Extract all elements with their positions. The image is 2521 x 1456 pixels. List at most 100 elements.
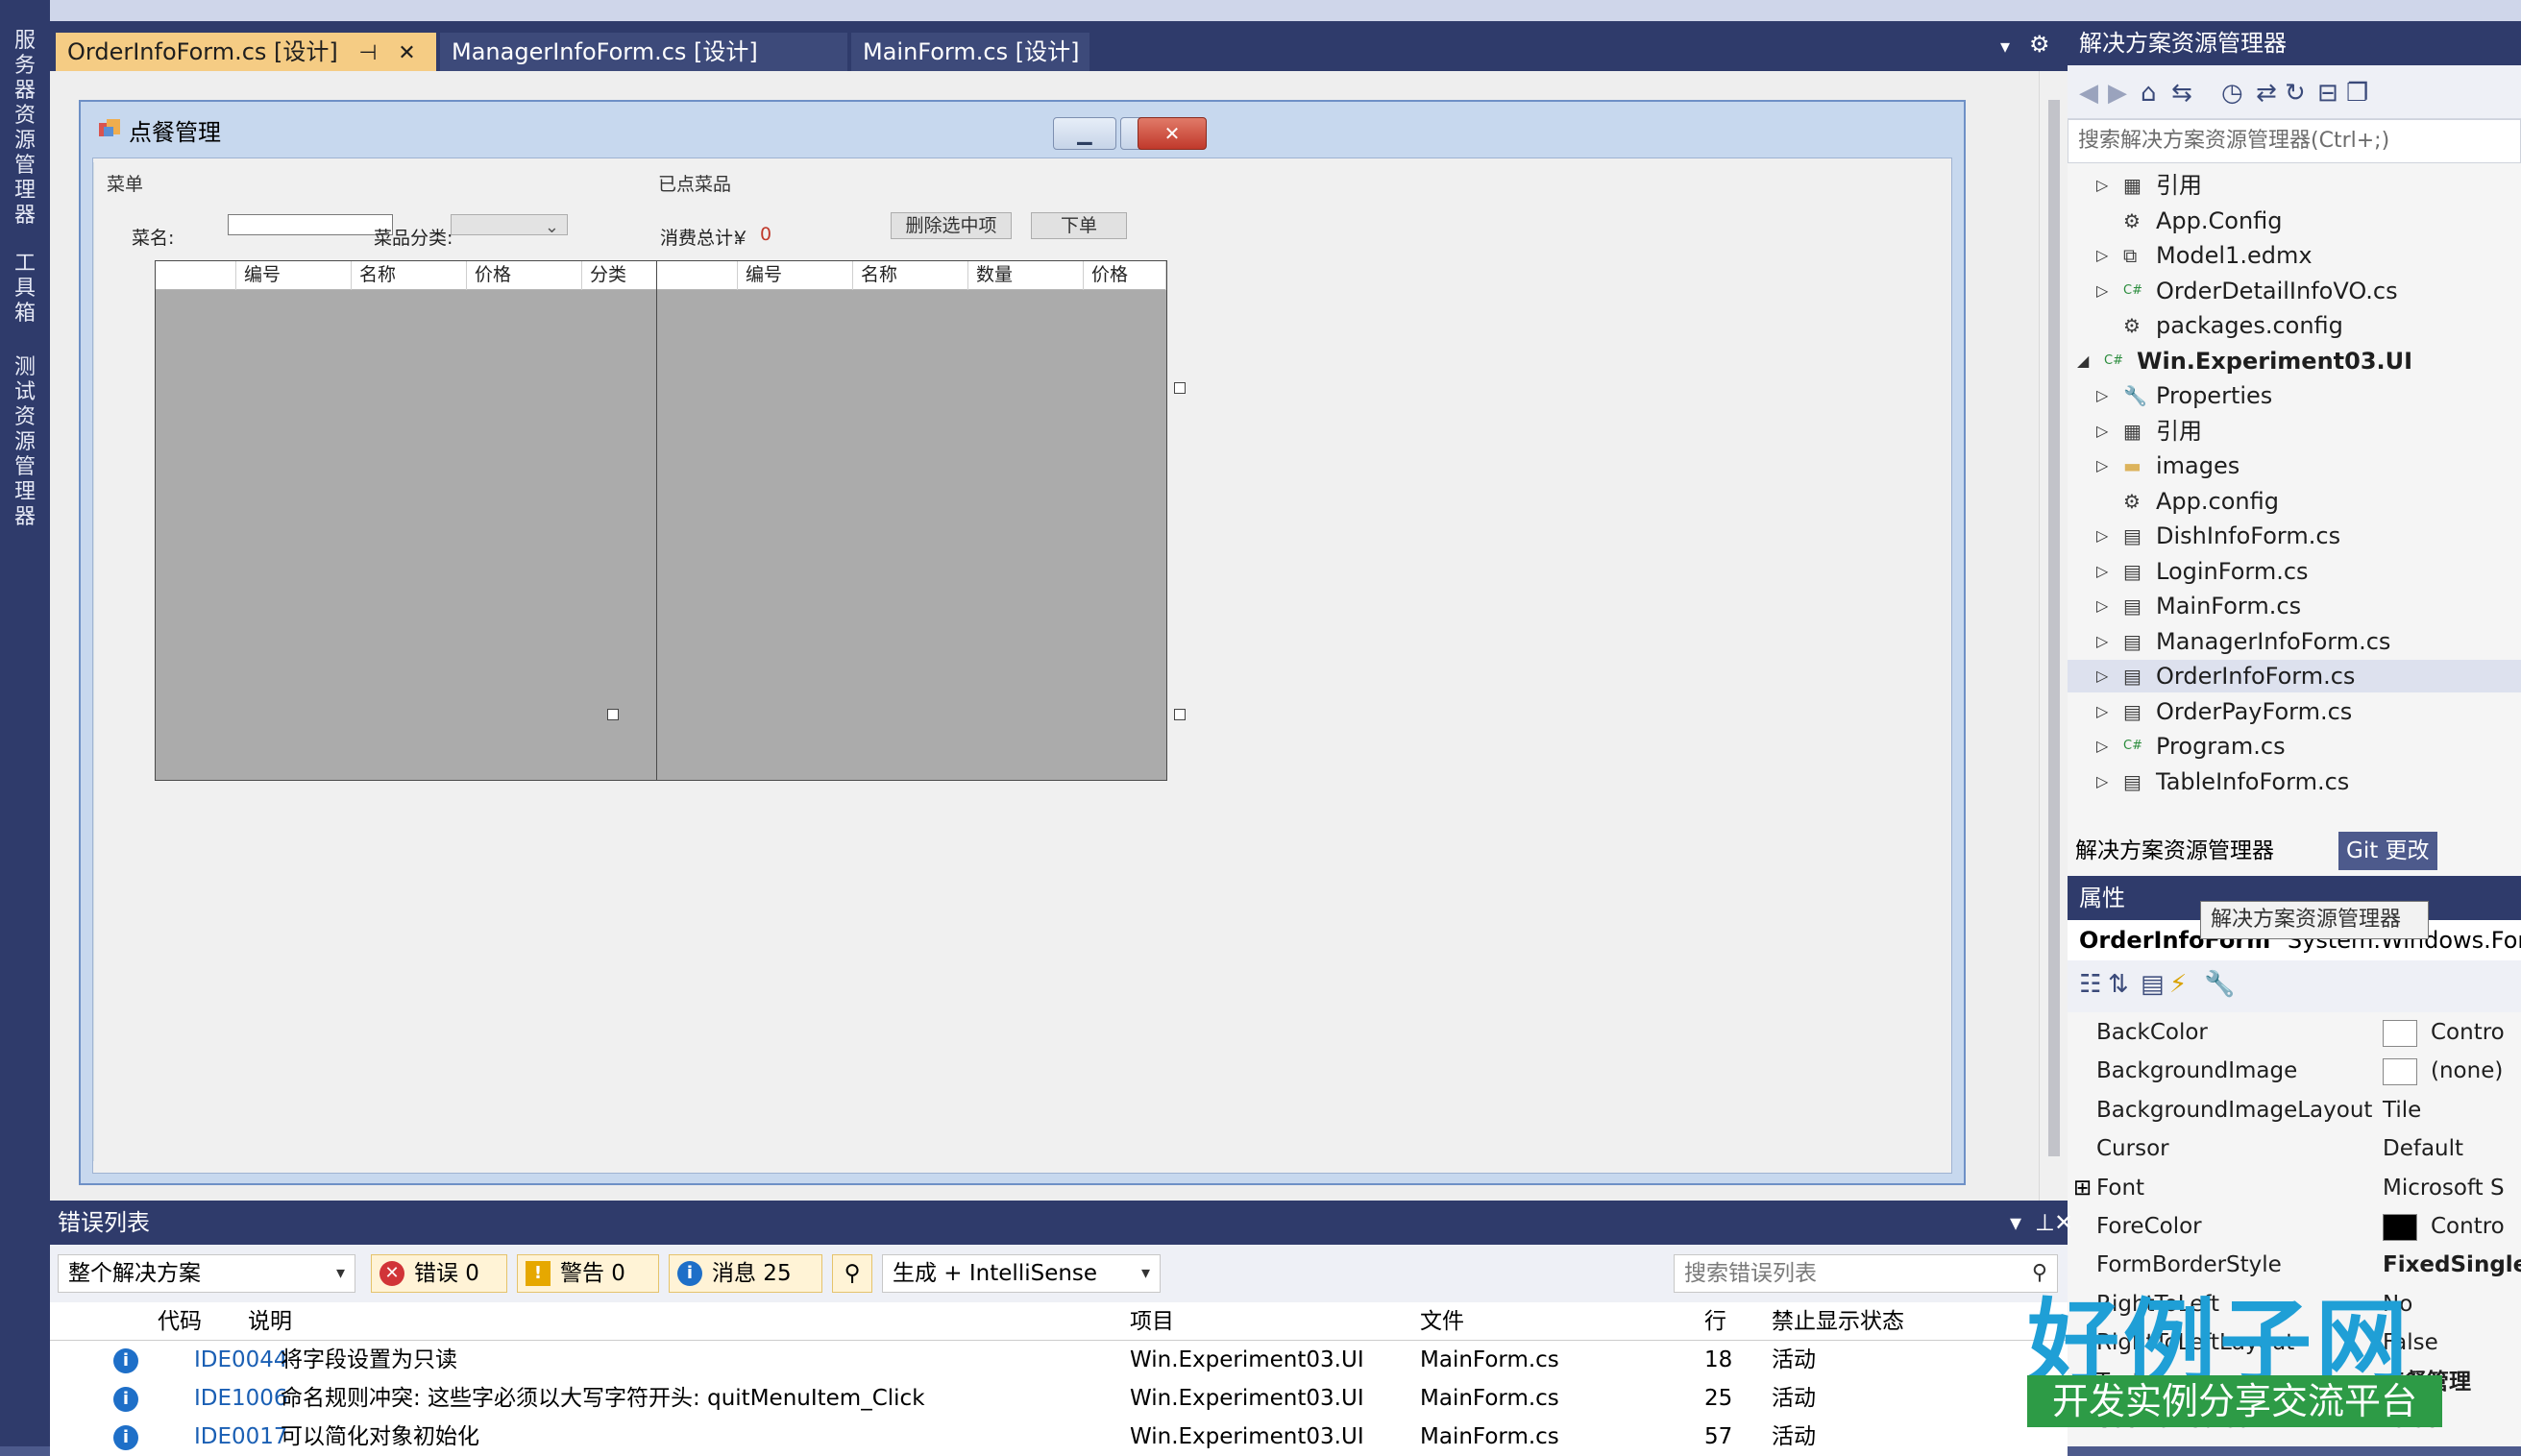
expand-arrow-icon[interactable]: ◢ — [2077, 345, 2089, 377]
place-order-button[interactable]: 下单 — [1031, 212, 1127, 239]
property-value[interactable]: Contro — [2383, 1210, 2505, 1243]
tree-item[interactable]: ▷ ▤ ManagerInfoForm.cs — [2068, 625, 2521, 658]
close-button[interactable]: ✕ — [1138, 117, 1207, 150]
events-icon[interactable]: ⚡ — [2169, 970, 2187, 999]
pin-icon[interactable]: ⊥ — [2035, 1201, 2055, 1245]
dish-category-combo[interactable]: ⌄ — [451, 214, 568, 237]
history-icon[interactable]: ◷ — [2221, 79, 2243, 108]
designer-scrollbar[interactable] — [2039, 71, 2068, 1201]
tree-item[interactable]: ▷ ▤ OrderInfoForm.cs — [2068, 660, 2521, 692]
property-row[interactable]: Cursor Default — [2068, 1132, 2521, 1165]
error-search-input[interactable]: 搜索错误列表 ⚲ — [1674, 1254, 2058, 1293]
expand-arrow-icon[interactable]: ▷ — [2096, 625, 2108, 658]
expand-arrow-icon[interactable]: ▷ — [2096, 239, 2108, 272]
property-value[interactable]: Contro — [2383, 1016, 2505, 1049]
test-explorer-tab[interactable]: 测试资源管理器 — [6, 355, 44, 530]
tab-solution-explorer[interactable]: 解决方案资源管理器 — [2068, 832, 2282, 870]
column-header[interactable]: 禁止显示状态 — [1772, 1302, 1904, 1341]
error-code[interactable]: IDE0044 — [194, 1341, 288, 1379]
tree-item[interactable]: ▷ ▦ 引用 — [2068, 415, 2521, 448]
expand-arrow-icon[interactable]: ▷ — [2096, 765, 2108, 798]
error-code[interactable]: IDE0017 — [194, 1418, 288, 1456]
tree-item[interactable]: ⚙ App.Config — [2068, 205, 2521, 237]
column-header[interactable]: 价格 — [1084, 261, 1166, 290]
collapse-all-icon[interactable]: ⊟ — [2317, 79, 2338, 108]
tree-item[interactable]: ⚙ packages.config — [2068, 309, 2521, 342]
tab-orderinfoform-designer[interactable]: OrderInfoForm.cs [设计] ⊣ ✕ — [56, 33, 436, 71]
expand-arrow-icon[interactable]: ▷ — [2096, 275, 2108, 307]
tree-item[interactable]: ▷ ▬ images — [2068, 449, 2521, 482]
tree-item[interactable]: ▷ ▦ 引用 — [2068, 169, 2521, 202]
expand-arrow-icon[interactable]: ▷ — [2096, 415, 2108, 448]
column-header[interactable]: 名称 — [853, 261, 968, 290]
expand-arrow-icon[interactable]: ▷ — [2096, 555, 2108, 588]
error-code[interactable]: IDE1006 — [194, 1379, 288, 1418]
tab-managerinfoform-designer[interactable]: ManagerInfoForm.cs [设计] — [440, 33, 847, 71]
resize-handle-corner[interactable] — [1174, 709, 1186, 720]
error-row[interactable]: i IDE0044 将字段设置为只读 Win.Experiment03.UI MainF… — [50, 1341, 2068, 1379]
property-value[interactable]: Tile — [2383, 1094, 2421, 1127]
back-icon[interactable]: ◀ — [2079, 79, 2098, 108]
property-value[interactable]: Microsoft S — [2383, 1172, 2505, 1204]
tree-item[interactable]: ▷ ▤ LoginForm.cs — [2068, 555, 2521, 588]
messages-filter-button[interactable]: i 消息 25 — [669, 1254, 822, 1293]
scope-combo[interactable]: 整个解决方案 ▾ — [58, 1254, 355, 1293]
tree-item[interactable]: ▷ 🔧 Properties — [2068, 379, 2521, 412]
column-header[interactable]: 代码 — [158, 1302, 202, 1341]
property-row[interactable]: BackgroundImage (none) — [2068, 1055, 2521, 1087]
property-row[interactable]: ⊞ Font Microsoft S — [2068, 1172, 2521, 1204]
expand-arrow-icon[interactable]: ▷ — [2096, 660, 2108, 692]
dish-name-input[interactable] — [228, 214, 393, 235]
alphabetical-icon[interactable]: ⇅ — [2108, 970, 2129, 999]
ordered-grid[interactable]: 编号 名称 数量 价格 — [656, 260, 1167, 781]
property-pages-icon[interactable]: 🔧 — [2204, 970, 2235, 999]
column-header[interactable]: 分类 — [582, 261, 661, 290]
tree-item[interactable]: ⚙ App.config — [2068, 485, 2521, 518]
property-row[interactable]: ForeColor Contro — [2068, 1210, 2521, 1243]
sync-icon[interactable]: ⇄ — [2256, 79, 2277, 108]
menu-grid[interactable]: 编号 名称 价格 分类 — [155, 260, 677, 781]
chevron-down-icon[interactable]: ▾ — [2010, 1201, 2021, 1245]
switch-view-icon[interactable]: ⇆ — [2171, 79, 2192, 108]
build-mode-combo[interactable]: 生成 + IntelliSense ▾ — [882, 1254, 1161, 1293]
forward-icon[interactable]: ▶ — [2108, 79, 2127, 108]
tree-item[interactable]: ▷ ▤ DishInfoForm.cs — [2068, 520, 2521, 552]
column-header[interactable]: 数量 — [968, 261, 1084, 290]
column-header[interactable]: 行 — [1704, 1302, 1726, 1341]
property-value[interactable]: (none) — [2383, 1055, 2503, 1087]
column-header[interactable]: 项目 — [1130, 1302, 1174, 1341]
properties-icon[interactable]: ▤ — [2141, 970, 2165, 999]
tree-item[interactable]: ▷ ▤ OrderPayForm.cs — [2068, 695, 2521, 728]
gear-icon[interactable]: ⚙ — [2029, 31, 2050, 58]
form-window[interactable]: 点餐管理 ▁ ❐ ✕ 菜单 菜名: 菜品分类: ⌄ 编号 名称 价格 分类 已点… — [79, 100, 1966, 1185]
toolbox-tab[interactable]: 工具箱 — [6, 252, 44, 327]
filter-toggle-button[interactable]: ⚲ — [832, 1254, 872, 1293]
resize-handle-bottom[interactable] — [607, 709, 619, 720]
refresh-icon[interactable]: ↻ — [2285, 79, 2306, 108]
tree-item[interactable]: ◢ C# Win.Experiment03.UI — [2068, 345, 2521, 377]
errors-filter-button[interactable]: ✕ 错误 0 — [371, 1254, 507, 1293]
expand-arrow-icon[interactable]: ▷ — [2096, 169, 2108, 202]
expand-icon[interactable]: ⊞ — [2073, 1172, 2092, 1204]
close-icon[interactable]: ✕ — [2054, 1201, 2073, 1245]
categorized-icon[interactable]: ☷ — [2079, 970, 2101, 999]
show-all-files-icon[interactable]: ❐ — [2346, 79, 2368, 108]
column-header[interactable]: 名称 — [352, 261, 467, 290]
tree-item[interactable]: ▷ C# Program.cs — [2068, 730, 2521, 763]
solution-search-input[interactable]: 搜索解决方案资源管理器(Ctrl+;) — [2068, 119, 2521, 163]
close-icon[interactable]: ✕ — [398, 35, 415, 73]
expand-arrow-icon[interactable]: ▷ — [2096, 520, 2108, 552]
error-row[interactable]: i IDE0017 可以简化对象初始化 Win.Experiment03.UI Main… — [50, 1418, 2068, 1456]
property-row[interactable]: BackgroundImageLayout Tile — [2068, 1094, 2521, 1127]
delete-selected-button[interactable]: 删除选中项 — [891, 212, 1012, 239]
column-header[interactable]: 编号 — [738, 261, 853, 290]
column-header[interactable]: 编号 — [236, 261, 352, 290]
tab-dropdown-icon[interactable]: ▾ — [2000, 35, 2010, 58]
tree-item[interactable]: ▷ ▤ TableInfoForm.cs — [2068, 765, 2521, 798]
property-value[interactable]: Default — [2383, 1132, 2463, 1165]
home-icon[interactable]: ⌂ — [2141, 79, 2157, 108]
column-header[interactable]: 文件 — [1420, 1302, 1464, 1341]
pin-icon[interactable]: ⊣ — [358, 35, 377, 73]
expand-arrow-icon[interactable]: ▷ — [2096, 695, 2108, 728]
tree-item[interactable]: ▷ ⧉ Model1.edmx — [2068, 239, 2521, 272]
